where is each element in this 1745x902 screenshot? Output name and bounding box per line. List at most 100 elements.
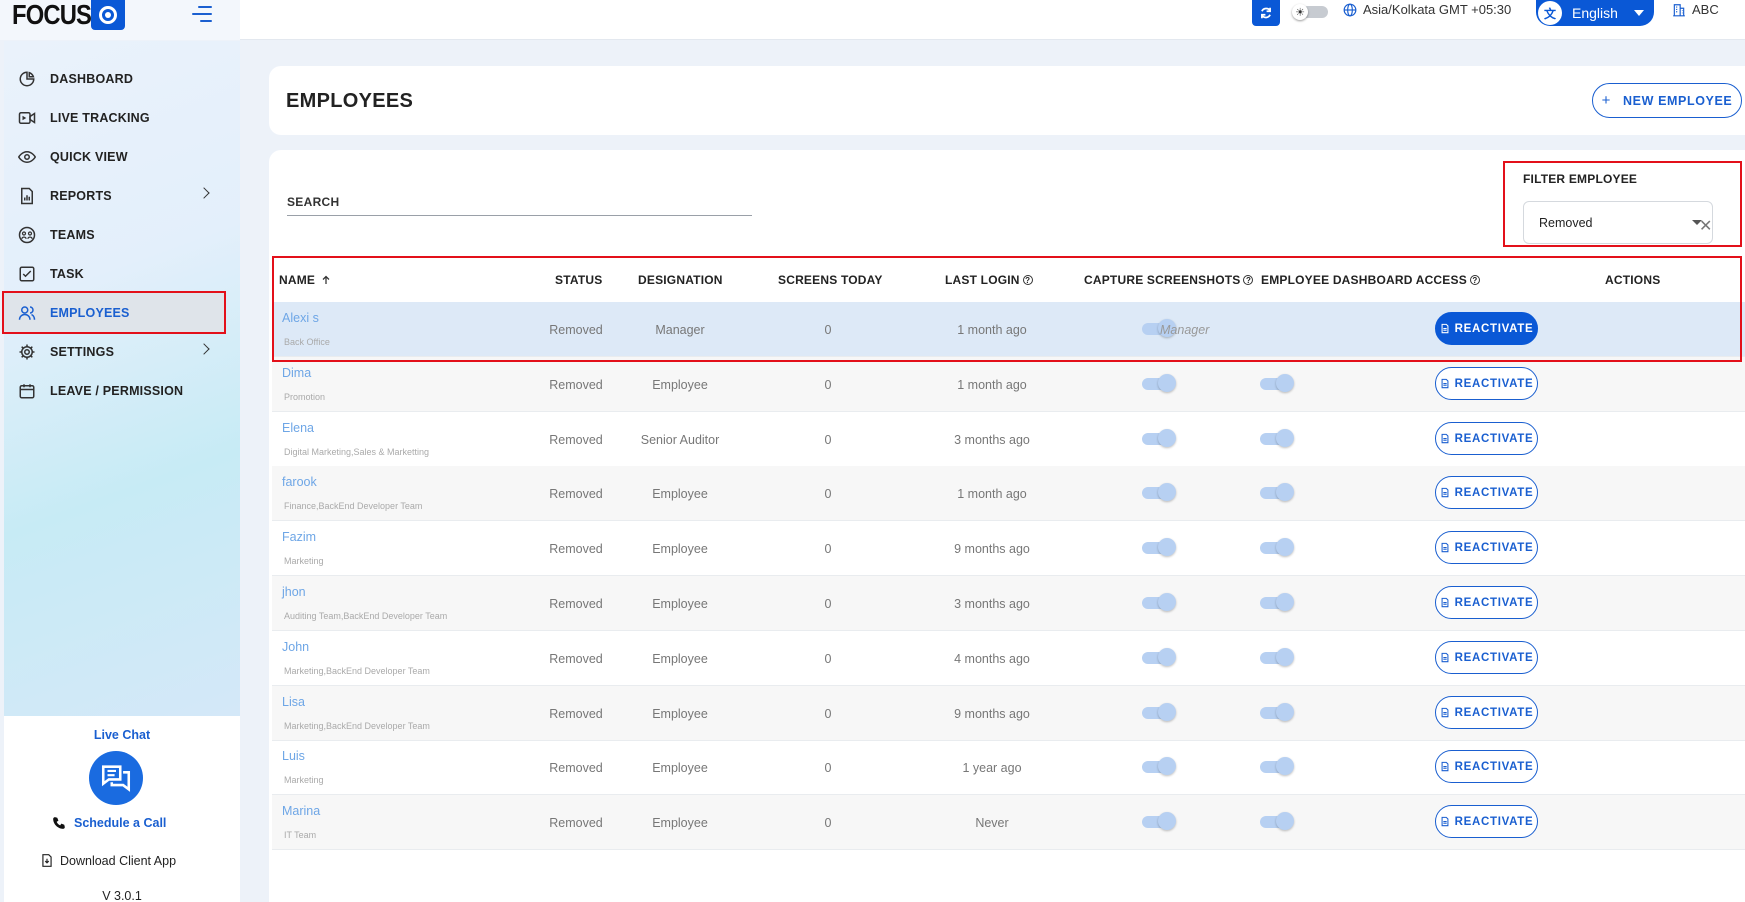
refresh-icon bbox=[1261, 7, 1271, 19]
column-name[interactable]: NAME bbox=[279, 273, 333, 287]
reactivate-button[interactable]: REACTIVATE bbox=[1435, 422, 1538, 455]
sidebar-item-settings[interactable]: SETTINGS bbox=[4, 332, 240, 371]
hamburger-menu-icon[interactable] bbox=[192, 4, 216, 24]
reactivate-button[interactable]: REACTIVATE bbox=[1435, 696, 1538, 729]
table-row[interactable]: Fazim Marketing Removed Employee 0 9 months a… bbox=[272, 521, 1745, 576]
clear-filter-icon[interactable]: ✕ bbox=[1699, 216, 1712, 236]
language-label: English bbox=[1572, 5, 1618, 21]
user-menu[interactable]: ABC bbox=[1672, 2, 1719, 17]
status-cell: Removed bbox=[549, 816, 603, 830]
column-screens-today-label: SCREENS TODAY bbox=[778, 273, 883, 287]
table-row[interactable]: Dima Promotion Removed Employee 0 1 month ago… bbox=[272, 357, 1745, 412]
employee-name-link[interactable]: Elena bbox=[282, 421, 314, 435]
screens-today-cell: 0 bbox=[824, 652, 832, 666]
table-row[interactable]: Lisa Marketing,BackEnd Developer Team Remo… bbox=[272, 686, 1745, 741]
capture-screenshots-toggle[interactable] bbox=[1142, 703, 1176, 721]
last-login-cell: 9 months ago bbox=[954, 542, 1030, 556]
language-selector[interactable]: 文 English bbox=[1536, 0, 1654, 26]
column-status-label: STATUS bbox=[555, 273, 603, 287]
filter-employee-select[interactable]: Removed bbox=[1523, 201, 1713, 244]
help-icon[interactable]: ? bbox=[1022, 275, 1033, 285]
capture-screenshots-toggle[interactable] bbox=[1142, 757, 1176, 775]
employee-team: Digital Marketing,Sales & Marketting bbox=[284, 447, 430, 457]
timezone-label: Asia/Kolkata GMT +05:30 bbox=[1363, 2, 1512, 17]
employee-name-link[interactable]: Alexi s bbox=[282, 311, 319, 325]
table-row[interactable]: jhon Auditing Team,BackEnd Developer Team… bbox=[272, 576, 1745, 631]
focus-logo[interactable]: FOCUS bbox=[12, 0, 125, 30]
dashboard-access-toggle[interactable] bbox=[1260, 538, 1294, 556]
table-row[interactable]: farook Finance,BackEnd Developer Team Remo… bbox=[272, 466, 1745, 521]
help-icon[interactable]: ? bbox=[1243, 275, 1254, 285]
reactivate-button[interactable]: REACTIVATE bbox=[1435, 312, 1538, 345]
capture-screenshots-toggle[interactable] bbox=[1142, 648, 1176, 666]
column-designation-label: DESIGNATION bbox=[638, 273, 723, 287]
dashboard-access-toggle[interactable] bbox=[1260, 812, 1294, 830]
sidebar-item-reports[interactable]: REPORTS bbox=[4, 176, 240, 215]
employee-name-link[interactable]: John bbox=[282, 640, 309, 654]
timezone-selector[interactable]: Asia/Kolkata GMT +05:30 bbox=[1343, 2, 1511, 17]
capture-screenshots-toggle[interactable] bbox=[1142, 593, 1176, 611]
reactivate-button[interactable]: REACTIVATE bbox=[1435, 531, 1538, 564]
column-actions-label: ACTIONS bbox=[1605, 273, 1661, 287]
capture-screenshots-toggle[interactable] bbox=[1142, 374, 1176, 392]
employee-name-link[interactable]: Luis bbox=[282, 749, 305, 763]
column-last-login: LAST LOGIN? bbox=[945, 273, 1033, 287]
dashboard-access-toggle[interactable] bbox=[1260, 374, 1294, 392]
capture-screenshots-toggle[interactable] bbox=[1142, 538, 1176, 556]
table-row[interactable]: Elena Digital Marketing,Sales & Markettin… bbox=[272, 412, 1745, 467]
sidebar-item-quick-view[interactable]: QUICK VIEW bbox=[4, 137, 240, 176]
employee-name-link[interactable]: jhon bbox=[282, 585, 306, 599]
sidebar-item-task[interactable]: TASK bbox=[4, 254, 240, 293]
table-row[interactable]: Marina IT Team Removed Employee 0 Never REACTI… bbox=[272, 795, 1745, 850]
reactivate-label: REACTIVATE bbox=[1454, 815, 1534, 828]
table-row[interactable]: Alexi s Back Office Removed Manager 0 1 month… bbox=[272, 302, 1745, 357]
live-chat-label[interactable]: Live Chat bbox=[4, 728, 240, 742]
capture-screenshots-toggle[interactable] bbox=[1142, 812, 1176, 830]
document-icon bbox=[1441, 652, 1449, 663]
employee-name-link[interactable]: Marina bbox=[282, 804, 320, 818]
column-name-label: NAME bbox=[279, 273, 316, 287]
employee-name-link[interactable]: farook bbox=[282, 475, 317, 489]
column-designation: DESIGNATION bbox=[638, 273, 723, 287]
reactivate-button[interactable]: REACTIVATE bbox=[1435, 586, 1538, 619]
sidebar-item-employees[interactable]: EMPLOYEES bbox=[2, 291, 226, 334]
screens-today-cell: 0 bbox=[824, 597, 832, 611]
reactivate-button[interactable]: REACTIVATE bbox=[1435, 367, 1538, 400]
search-input[interactable] bbox=[287, 188, 752, 216]
capture-screenshots-toggle[interactable] bbox=[1142, 483, 1176, 501]
sidebar-item-leave-permission[interactable]: LEAVE / PERMISSION bbox=[4, 371, 240, 410]
live-chat-button[interactable] bbox=[89, 751, 143, 805]
sidebar-item-label: QUICK VIEW bbox=[50, 149, 128, 164]
schedule-call-link[interactable]: Schedule a Call bbox=[52, 816, 166, 830]
reactivate-button[interactable]: REACTIVATE bbox=[1435, 641, 1538, 674]
dashboard-access-toggle[interactable] bbox=[1260, 648, 1294, 666]
sidebar-item-dashboard[interactable]: DASHBOARD bbox=[4, 59, 240, 98]
reactivate-button[interactable]: REACTIVATE bbox=[1435, 476, 1538, 509]
capture-screenshots-toggle[interactable] bbox=[1142, 429, 1176, 447]
dashboard-access-toggle[interactable] bbox=[1260, 757, 1294, 775]
sidebar-item-live-tracking[interactable]: LIVE TRACKING bbox=[4, 98, 240, 137]
help-icon[interactable]: ? bbox=[1469, 275, 1480, 285]
chevron-right-icon bbox=[198, 343, 210, 355]
employee-name-link[interactable]: Lisa bbox=[282, 695, 305, 709]
dashboard-access-toggle[interactable] bbox=[1260, 593, 1294, 611]
employee-name-link[interactable]: Dima bbox=[282, 366, 311, 380]
reactivate-label: REACTIVATE bbox=[1454, 486, 1534, 499]
designation-cell: Employee bbox=[652, 652, 708, 666]
employee-name-link[interactable]: Fazim bbox=[282, 530, 316, 544]
dashboard-access-toggle[interactable] bbox=[1260, 483, 1294, 501]
reactivate-button[interactable]: REACTIVATE bbox=[1435, 750, 1538, 783]
sidebar-item-teams[interactable]: TEAMS bbox=[4, 215, 240, 254]
dashboard-access-toggle[interactable] bbox=[1260, 429, 1294, 447]
reactivate-label: REACTIVATE bbox=[1454, 596, 1534, 609]
designation-cell: Employee bbox=[652, 707, 708, 721]
document-icon bbox=[1441, 378, 1449, 389]
reactivate-button[interactable]: REACTIVATE bbox=[1435, 805, 1538, 838]
download-client-link[interactable]: Download Client App bbox=[40, 853, 176, 868]
theme-toggle[interactable]: ☀ bbox=[1292, 4, 1328, 20]
table-row[interactable]: John Marketing,BackEnd Developer Team Remo… bbox=[272, 631, 1745, 686]
table-row[interactable]: Luis Marketing Removed Employee 0 1 year ago R… bbox=[272, 740, 1745, 795]
refresh-button[interactable] bbox=[1252, 0, 1280, 26]
dashboard-access-toggle[interactable] bbox=[1260, 703, 1294, 721]
new-employee-button[interactable]: + NEW EMPLOYEE bbox=[1592, 83, 1742, 118]
